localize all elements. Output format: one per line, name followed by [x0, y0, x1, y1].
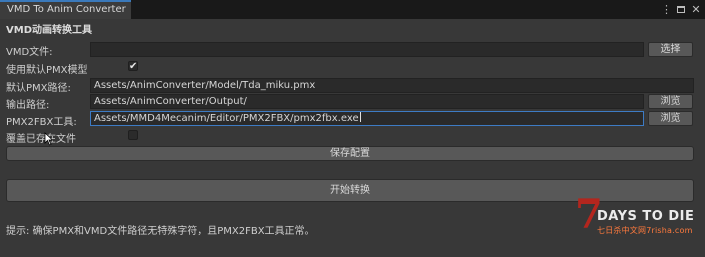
browse-pmx2fbx-button[interactable]: 浏览: [648, 111, 693, 126]
browse-output-button[interactable]: 浏览: [648, 94, 693, 109]
kebab-menu-icon[interactable]: ⋮: [661, 2, 672, 17]
use-default-pmx-checkbox[interactable]: ✔: [128, 61, 138, 72]
hint-text: 提示: 确保PMX和VMD文件路径无特殊字符，且PMX2FBX工具正常。: [6, 226, 315, 237]
window-tab[interactable]: VMD To Anim Converter: [0, 0, 131, 19]
pmx2fbx-tool-label: PMX2FBX工具:: [6, 117, 77, 128]
window-controls: ⋮ ✕: [661, 2, 701, 17]
save-config-button[interactable]: 保存配置: [6, 146, 694, 161]
checkmark-icon: ✔: [129, 61, 138, 72]
close-icon[interactable]: ✕: [691, 2, 701, 17]
select-vmd-button[interactable]: 选择: [648, 42, 693, 57]
output-path-label: 输出路径:: [6, 100, 50, 111]
logo-subtitle: 七日杀中文网7risha.com: [597, 226, 693, 235]
window-tab-title: VMD To Anim Converter: [7, 4, 126, 15]
maximize-icon[interactable]: [677, 6, 685, 13]
text-caret: [359, 112, 361, 122]
7-days-to-die-logo: 7 DAYS TO DIE 七日杀中文网7risha.com: [575, 193, 700, 245]
converter-window: VMD To Anim Converter ⋮ ✕ VMD动画转换工具 VMD文…: [0, 0, 705, 257]
tool-heading: VMD动画转换工具: [6, 25, 92, 36]
output-path-input[interactable]: Assets/AnimConverter/Output/: [90, 94, 644, 109]
pmx2fbx-tool-value: Assets/MMD4Mecanim/Editor/PMX2FBX/pmx2fb…: [94, 113, 359, 124]
overwrite-existing-checkbox[interactable]: [128, 130, 138, 140]
vmd-file-input[interactable]: [90, 42, 644, 57]
pmx2fbx-tool-input[interactable]: Assets/MMD4Mecanim/Editor/PMX2FBX/pmx2fb…: [90, 111, 644, 126]
default-pmx-path-input[interactable]: Assets/AnimConverter/Model/Tda_miku.pmx: [90, 78, 694, 93]
use-default-pmx-label: 使用默认PMX模型: [6, 65, 88, 76]
logo-title: DAYS TO DIE: [597, 209, 695, 224]
window-tab-bar: VMD To Anim Converter ⋮ ✕: [0, 0, 705, 19]
vmd-file-label: VMD文件:: [6, 47, 53, 58]
mouse-cursor-icon: [44, 132, 54, 146]
default-pmx-path-label: 默认PMX路径:: [6, 83, 71, 94]
overwrite-existing-label: 覆盖已存在文件: [6, 134, 76, 145]
